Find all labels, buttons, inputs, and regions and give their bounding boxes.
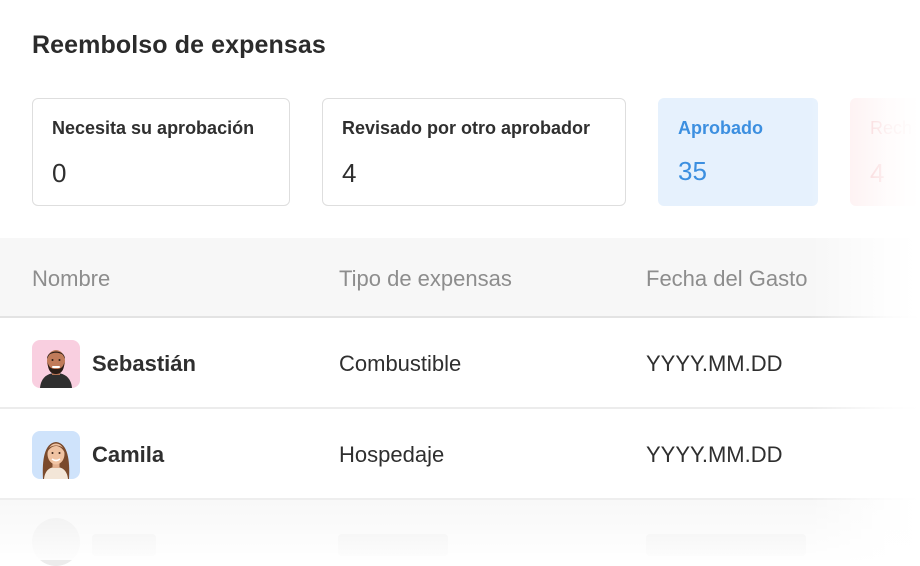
row-name: Camila [92,442,165,467]
row-expense-type: Hospedaje [339,442,445,467]
table-row-placeholder [0,500,920,566]
summary-card-needs-approval[interactable]: Necesita su aprobación 0 [32,98,290,206]
skeleton-bar [646,534,806,556]
summary-card-rejected[interactable]: Rech 4 [850,98,920,206]
row-expense-type: Combustible [339,351,462,376]
summary-card-label: Revisado por otro aprobador [342,118,591,138]
summary-card-label: Necesita su aprobación [52,118,255,138]
summary-card-approved[interactable]: Aprobado 35 [658,98,818,206]
avatar-placeholder-icon [32,518,80,566]
table-header: Nombre Tipo de expensas Fecha del Gasto [0,238,920,318]
row-name: Sebastián [92,351,196,376]
person-male-avatar-icon [32,340,80,388]
summary-card-count: 0 [52,158,67,188]
table-row[interactable]: Camila Hospedaje YYYY.MM.DD [0,409,920,500]
skeleton-bar [92,534,156,556]
column-header-name[interactable]: Nombre [32,266,110,292]
person-female-avatar-icon [32,431,80,479]
summary-card-label: Aprobado [678,118,763,138]
column-header-expense-date[interactable]: Fecha del Gasto [646,266,807,292]
table-row[interactable]: Sebastián Combustible YYYY.MM.DD [0,318,920,409]
skeleton-bar [338,534,448,556]
page-title: Reembolso de expensas [32,31,326,59]
summary-card-count: 35 [678,156,707,186]
column-header-expense-type[interactable]: Tipo de expensas [339,266,512,292]
summary-card-label: Rech [870,118,913,138]
summary-card-count: 4 [342,158,357,188]
row-expense-date: YYYY.MM.DD [646,442,783,467]
summary-card-reviewed-by-other[interactable]: Revisado por otro aprobador 4 [322,98,626,206]
row-expense-date: YYYY.MM.DD [646,351,783,376]
summary-card-count: 4 [870,158,885,188]
